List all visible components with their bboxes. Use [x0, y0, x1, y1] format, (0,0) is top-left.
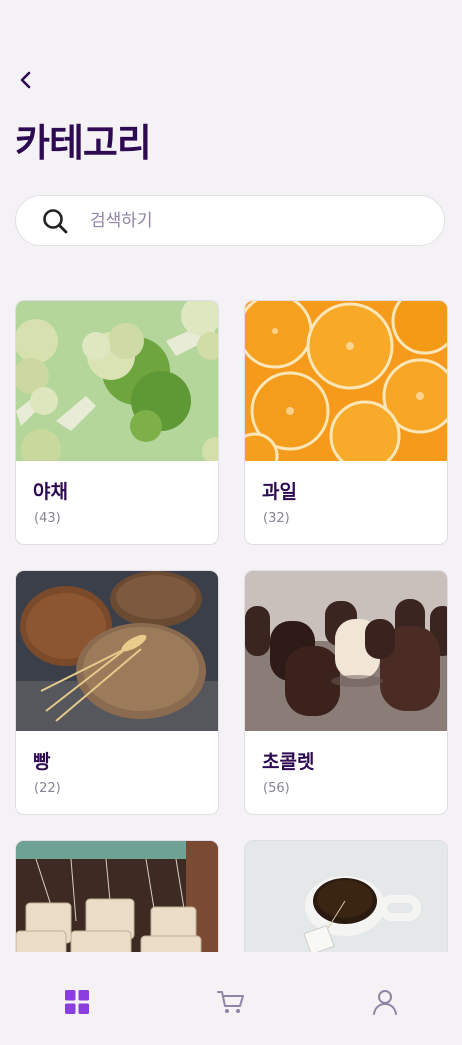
category-name: 야채: [33, 481, 68, 503]
page-title: 카테고리: [15, 121, 152, 165]
category-name: 초콜렛: [262, 751, 315, 773]
user-icon: [373, 990, 397, 1015]
search-icon: [40, 206, 70, 236]
category-image-vegetables: [16, 301, 218, 461]
category-count: (56): [263, 781, 290, 796]
category-image-fruits: [245, 301, 447, 461]
tab-profile[interactable]: [355, 972, 415, 1032]
search-bar[interactable]: [15, 195, 445, 246]
category-card-bread[interactable]: 빵 (22): [15, 570, 219, 815]
category-image-chocolate: [245, 571, 447, 731]
category-name: 과일: [262, 481, 297, 503]
category-count: (32): [263, 511, 290, 526]
grid-icon: [65, 990, 89, 1014]
category-image-bread: [16, 571, 218, 731]
category-name: 빵: [33, 751, 51, 773]
tab-categories[interactable]: [47, 972, 107, 1032]
cart-icon: [217, 991, 244, 1013]
chevron-left-icon: [20, 71, 31, 89]
search-input[interactable]: [88, 209, 412, 232]
category-count: (43): [34, 511, 61, 526]
back-button[interactable]: [14, 68, 38, 92]
category-count: (22): [34, 781, 61, 796]
tab-cart[interactable]: [201, 972, 261, 1032]
bottom-tab-bar: [0, 952, 462, 1045]
category-card-fruits[interactable]: 과일 (32): [244, 300, 448, 545]
category-card-vegetables[interactable]: 야채 (43): [15, 300, 219, 545]
category-card-chocolate[interactable]: 초콜렛 (56): [244, 570, 448, 815]
